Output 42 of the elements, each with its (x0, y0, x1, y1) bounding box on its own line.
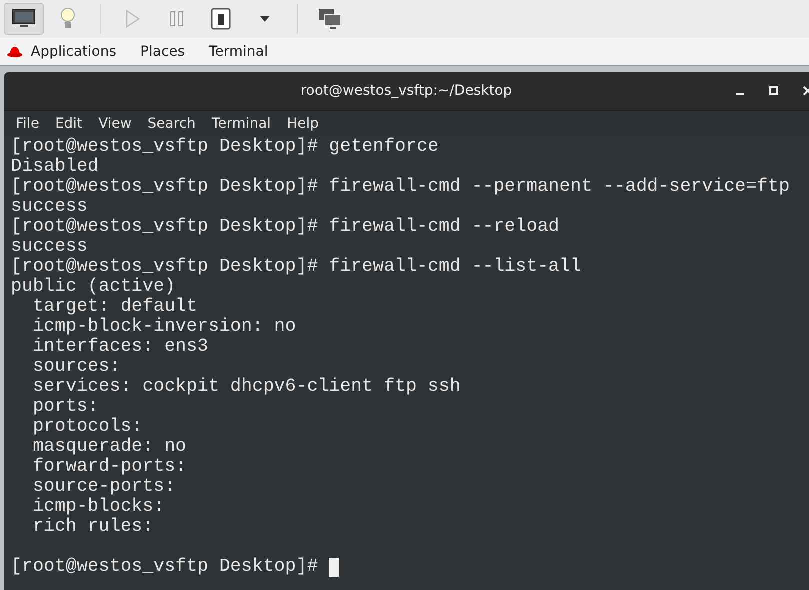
hat-logo-icon (7, 46, 23, 58)
terminal-line: rich rules: (32, 517, 155, 537)
light-bulb-icon (60, 7, 76, 31)
terminal-line: success (11, 237, 88, 257)
terminal-line: [root@westos_vsftp Desktop]# firewall-cmd --reload (11, 217, 560, 237)
play-icon (125, 10, 141, 28)
terminal-line: [root@westos_vsftp Desktop]# getenforce (11, 137, 439, 157)
monitors-icon (318, 8, 342, 30)
terminal-line: icmp-blocks: (32, 497, 166, 517)
terminal-line: Disabled (11, 157, 99, 177)
switch-icon (211, 8, 231, 30)
terminal-line: public (active) (11, 277, 176, 297)
top-menu-item[interactable]: Places (140, 44, 186, 60)
pause-icon (170, 11, 184, 27)
display-button[interactable] (4, 3, 44, 35)
terminal-line: target: default (32, 297, 198, 317)
maximize-icon[interactable] (769, 86, 779, 96)
text-cursor (329, 558, 340, 576)
menu-item[interactable]: Terminal (212, 116, 272, 132)
terminal-line: [root@westos_vsftp Desktop]# firewall-cmd --list-all (11, 257, 582, 277)
terminal-line: protocols: (32, 417, 144, 437)
terminal-line: interfaces: ens3 (32, 337, 208, 357)
monitor-icon (12, 9, 36, 29)
menu-item[interactable]: Search (148, 116, 196, 132)
terminal-line: forward-ports: (32, 457, 188, 477)
menu-item[interactable]: View (98, 116, 132, 132)
terminal-line: masquerade: no (32, 437, 187, 457)
caret-icon (259, 15, 271, 23)
terminal-line: source-ports: (32, 477, 177, 497)
terminal-line: sources: (32, 357, 122, 377)
terminal-line: services: cockpit dhcpv6-client ftp ssh (32, 377, 461, 397)
terminal-line: icmp-block-inversion: no (32, 317, 296, 337)
top-menu-item[interactable]: Applications (31, 44, 117, 60)
menu-item[interactable]: File (16, 116, 40, 132)
terminal-line: success (11, 197, 88, 217)
terminal-line: ports: (32, 397, 100, 417)
menu-item[interactable]: Help (287, 116, 319, 132)
top-menu-item[interactable]: Terminal (209, 44, 268, 60)
window-title: root@westos_vsftp:~/Desktop (300, 83, 512, 99)
terminal-prompt: [root@westos_vsftp Desktop]# (11, 557, 320, 577)
terminal-line: [root@westos_vsftp Desktop]# firewall-cmd --permanent --add-service=ftp (11, 177, 790, 197)
menu-item[interactable]: Edit (55, 116, 83, 132)
